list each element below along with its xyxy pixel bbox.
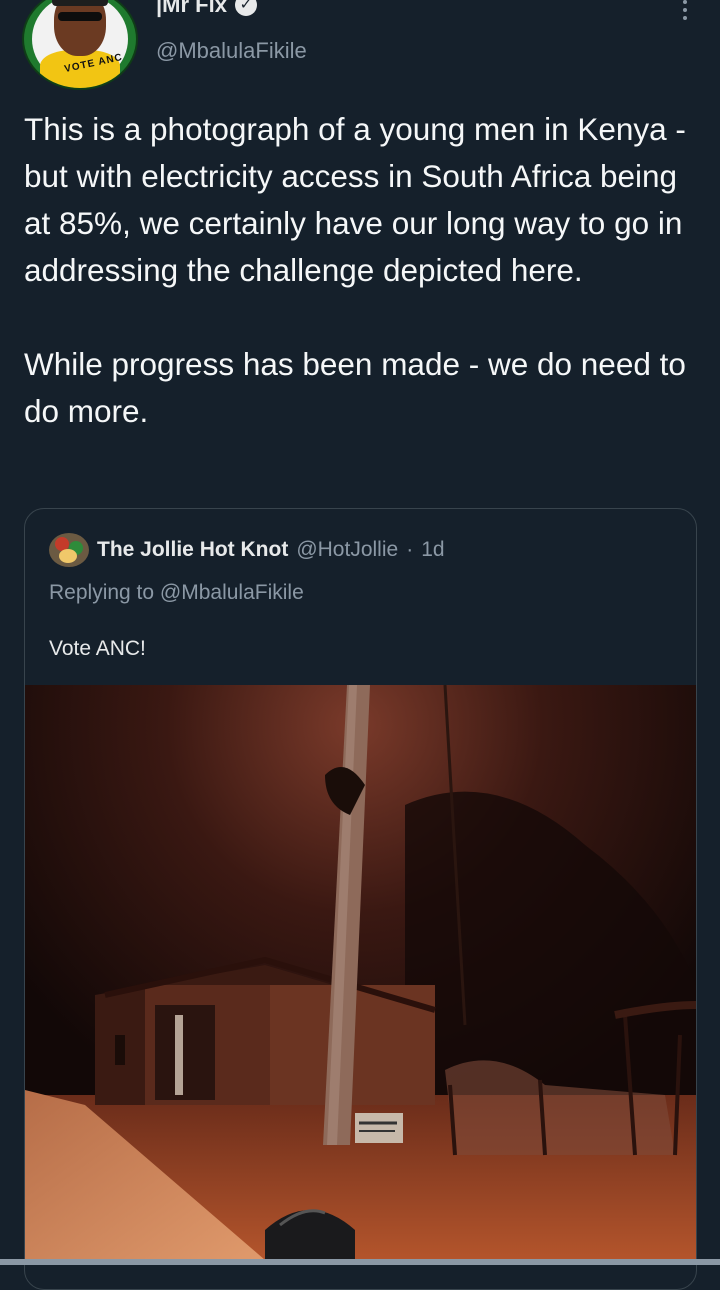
more-options-icon[interactable] xyxy=(680,0,690,24)
quoted-time[interactable]: 1d xyxy=(421,538,444,562)
tweet-text: This is a photograph of a young men in K… xyxy=(24,111,686,429)
verified-badge-icon: ✓ xyxy=(234,0,257,16)
avatar-glasses xyxy=(58,12,102,21)
author-name-row[interactable]: |Mr Fix ✓ xyxy=(156,0,257,20)
avatar-cap xyxy=(52,0,108,6)
quoted-author-avatar[interactable] xyxy=(49,533,89,567)
bottom-edge-bar xyxy=(0,1259,720,1265)
quoted-author-name[interactable]: The Jollie Hot Knot xyxy=(97,538,288,562)
author-avatar[interactable]: VOTE ANC xyxy=(22,0,138,90)
author-handle[interactable]: @MbalulaFikile xyxy=(156,38,307,64)
quoted-tweet[interactable]: The Jollie Hot Knot @HotJollie · 1d Repl… xyxy=(24,508,697,1290)
replying-to-handle[interactable]: @MbalulaFikile xyxy=(160,581,304,604)
tweet-header: VOTE ANC |Mr Fix ✓ @MbalulaFikile xyxy=(0,0,720,100)
quoted-author-handle[interactable]: @HotJollie xyxy=(296,538,398,562)
quoted-tweet-photo[interactable] xyxy=(25,685,696,1260)
quoted-tweet-header: The Jollie Hot Knot @HotJollie · 1d xyxy=(49,533,445,567)
avatar-face xyxy=(54,0,106,56)
author-name[interactable]: |Mr Fix xyxy=(156,0,227,18)
quoted-tweet-text: Vote ANC! xyxy=(49,637,146,660)
replying-label: Replying to xyxy=(49,581,155,604)
replying-to-line: Replying to @MbalulaFikile xyxy=(49,581,304,605)
quoted-time-separator: · xyxy=(406,538,414,561)
night-street-photo xyxy=(25,685,696,1260)
